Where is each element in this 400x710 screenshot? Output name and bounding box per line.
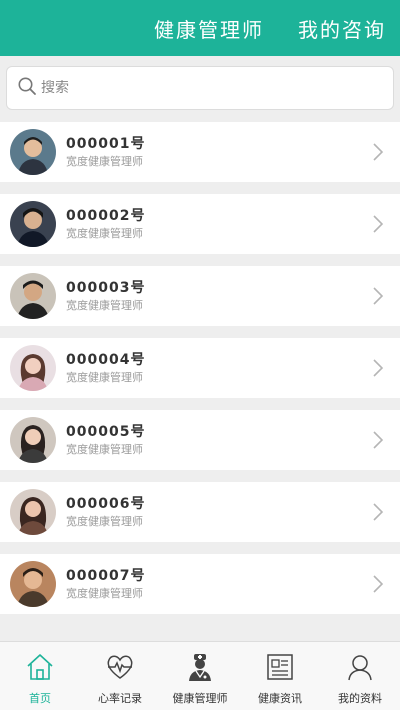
avatar	[10, 273, 56, 319]
tab-health-news[interactable]: 健康资讯	[240, 642, 320, 710]
tab-label: 我的资料	[338, 692, 382, 705]
item-subtitle: 宽度健康管理师	[66, 226, 143, 240]
avatar	[10, 417, 56, 463]
tab-label: 健康资讯	[258, 692, 302, 705]
home-icon	[25, 652, 55, 686]
item-subtitle: 宽度健康管理师	[66, 370, 143, 384]
tab-health-manager-nav[interactable]: 健康管理师	[160, 642, 240, 710]
avatar	[10, 345, 56, 391]
top-header: 健康管理师 我的咨询	[0, 0, 400, 56]
item-subtitle: 宽度健康管理师	[66, 298, 143, 312]
news-icon	[265, 652, 295, 686]
list-item[interactable]: 000007号 宽度健康管理师	[0, 554, 400, 614]
item-title: 000007号	[66, 567, 146, 584]
tab-heart-rate[interactable]: 心率记录	[80, 642, 160, 710]
profile-icon	[345, 652, 375, 686]
chevron-right-icon	[373, 287, 384, 305]
tab-my-consultation[interactable]: 我的咨询	[298, 14, 386, 43]
item-title: 000005号	[66, 423, 146, 440]
avatar	[10, 489, 56, 535]
tab-my-profile[interactable]: 我的资料	[320, 642, 400, 710]
chevron-right-icon	[373, 503, 384, 521]
tab-label: 首页	[29, 692, 51, 705]
list-item[interactable]: 000003号 宽度健康管理师	[0, 266, 400, 326]
chevron-right-icon	[373, 359, 384, 377]
list-item[interactable]: 000001号 宽度健康管理师	[0, 122, 400, 182]
doctor-icon	[185, 652, 215, 686]
avatar	[10, 561, 56, 607]
bottom-tab-bar: 首页 心率记录 健康管理师 健康资讯 我的资料	[0, 641, 400, 710]
search-input[interactable]	[41, 80, 361, 96]
heart-rate-icon	[105, 652, 135, 686]
manager-list: 000001号 宽度健康管理师 000002号 宽度健康管理师 000003号 …	[0, 122, 400, 626]
item-title: 000003号	[66, 279, 146, 296]
chevron-right-icon	[373, 575, 384, 593]
item-subtitle: 宽度健康管理师	[66, 514, 143, 528]
item-title: 000004号	[66, 351, 146, 368]
item-subtitle: 宽度健康管理师	[66, 586, 143, 600]
tab-label: 心率记录	[98, 692, 142, 705]
item-subtitle: 宽度健康管理师	[66, 442, 143, 456]
avatar	[10, 129, 56, 175]
avatar	[10, 201, 56, 247]
item-subtitle: 宽度健康管理师	[66, 154, 143, 168]
chevron-right-icon	[373, 215, 384, 233]
list-item[interactable]: 000004号 宽度健康管理师	[0, 338, 400, 398]
chevron-right-icon	[373, 431, 384, 449]
search-icon	[17, 76, 37, 100]
tab-health-manager[interactable]: 健康管理师	[154, 14, 264, 43]
search-box[interactable]	[6, 66, 394, 110]
search-bar	[0, 56, 400, 120]
chevron-right-icon	[373, 143, 384, 161]
list-item[interactable]: 000005号 宽度健康管理师	[0, 410, 400, 470]
item-title: 000001号	[66, 135, 146, 152]
list-item[interactable]: 000006号 宽度健康管理师	[0, 482, 400, 542]
tab-home[interactable]: 首页	[0, 642, 80, 710]
item-title: 000006号	[66, 495, 146, 512]
item-title: 000002号	[66, 207, 146, 224]
list-item[interactable]: 000002号 宽度健康管理师	[0, 194, 400, 254]
tab-label: 健康管理师	[172, 692, 228, 705]
